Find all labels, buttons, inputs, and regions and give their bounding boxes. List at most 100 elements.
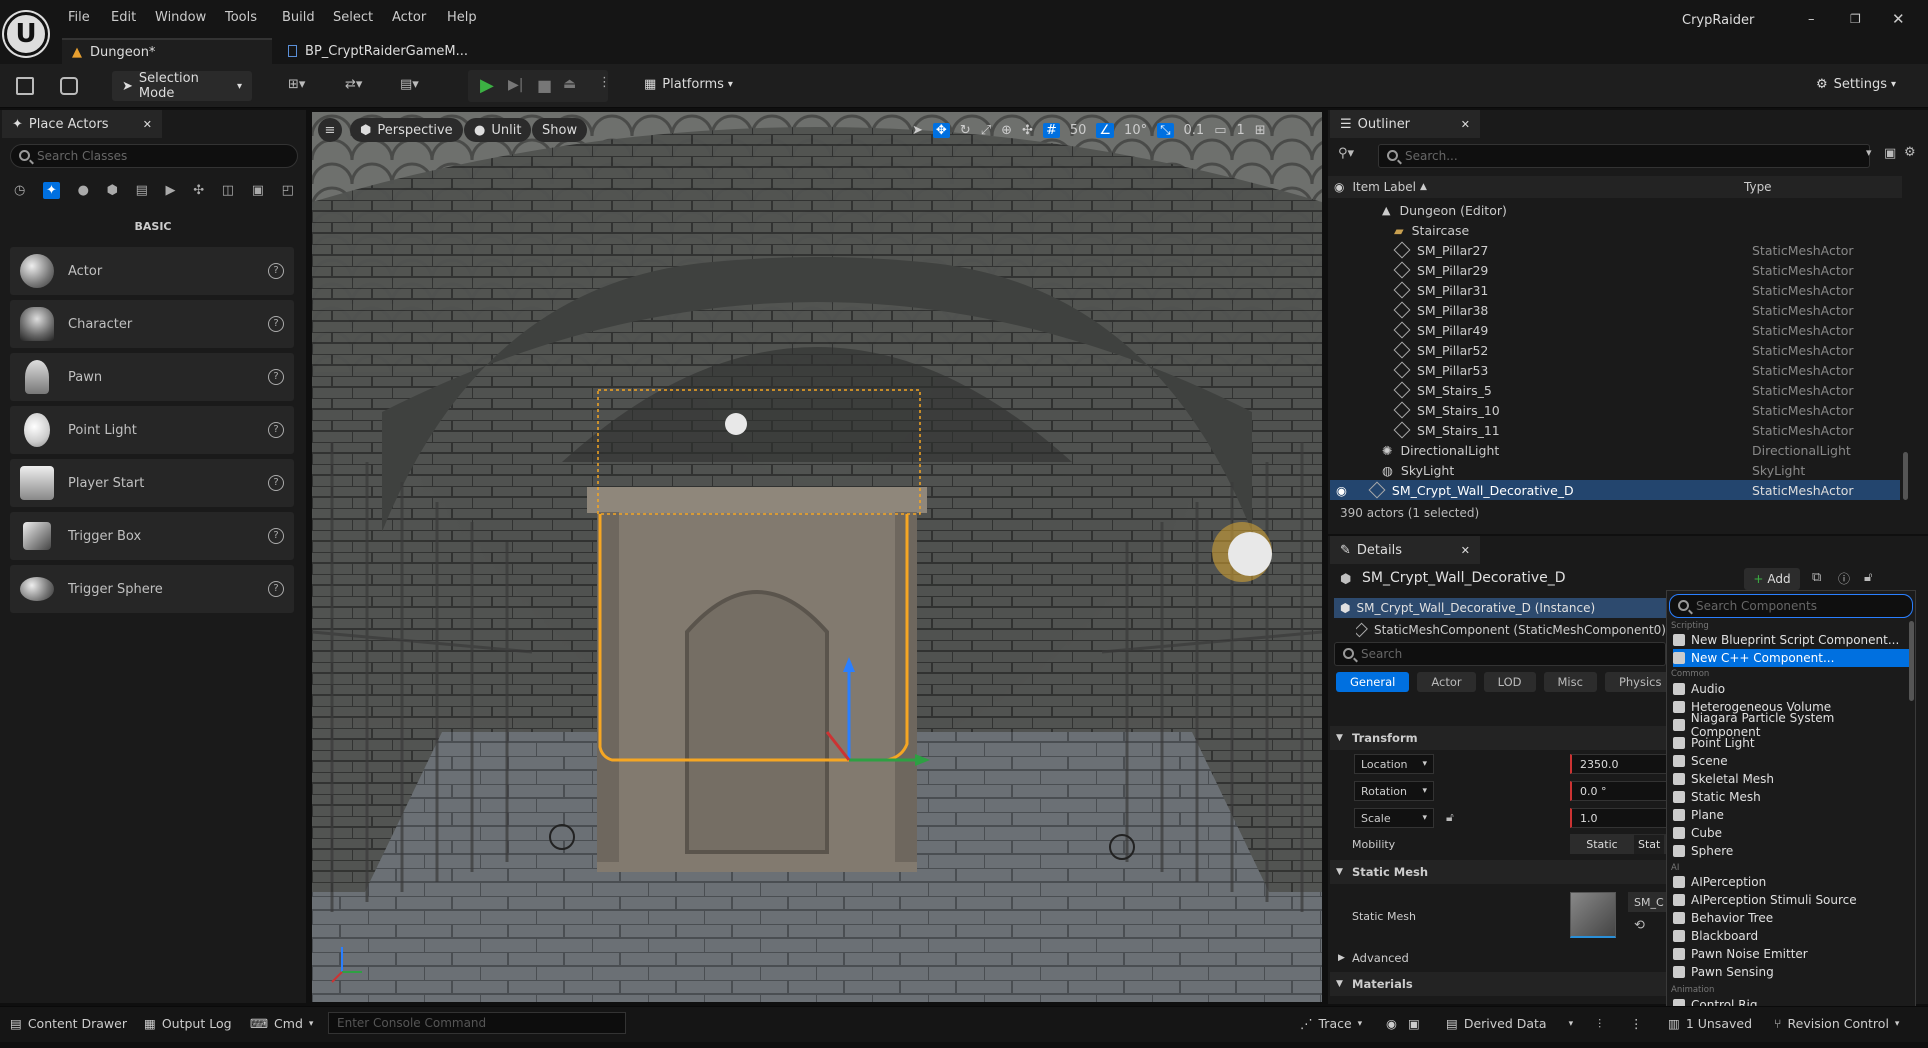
help-icon[interactable]: ? (268, 422, 284, 438)
dd-ai-item[interactable]: Behavior Tree (1673, 909, 1903, 927)
close-window-icon[interactable]: ✕ (1892, 10, 1905, 28)
reset-icon[interactable]: ⟲ (1634, 918, 1645, 933)
visibility-icon[interactable]: ◉ (1336, 483, 1347, 498)
component-instance-row[interactable]: ⬢ SM_Crypt_Wall_Decorative_D (Instance) (1334, 598, 1666, 618)
more-options-icon[interactable]: ⋮ (1630, 1016, 1643, 1031)
dd-ai-item[interactable]: Blackboard (1673, 927, 1903, 945)
rotation-snap-icon[interactable]: ∠ (1096, 122, 1115, 138)
cinematic-icon[interactable]: ▤ (136, 183, 148, 198)
add-folder-icon[interactable]: ▣ (1884, 146, 1896, 161)
add-actor-icon[interactable]: ⊞▾ (288, 77, 305, 92)
dd-common-item[interactable]: Cube (1673, 824, 1903, 842)
dd-common-item[interactable]: Skeletal Mesh (1673, 770, 1903, 788)
viewport-menu-icon[interactable]: ≡ (318, 118, 342, 142)
actor-item-pawn[interactable]: Pawn ? (10, 353, 294, 401)
geometry-icon[interactable]: ✣ (193, 183, 204, 198)
gear-icon[interactable]: ⚙ (1904, 145, 1916, 160)
rotation-dropdown[interactable]: Rotation ▾ (1354, 781, 1434, 801)
static-mesh-thumbnail[interactable] (1570, 892, 1616, 938)
unreal-logo-icon[interactable]: U (4, 12, 48, 56)
help-icon[interactable]: ⓘ (1838, 570, 1850, 587)
component-static-mesh-row[interactable]: StaticMeshComponent (StaticMeshComponent… (1356, 620, 1666, 640)
rotate-icon[interactable]: ↻ (960, 123, 971, 138)
outliner-row[interactable]: SM_Pillar29 StaticMeshActor (1330, 260, 1900, 280)
tab-blueprint[interactable]: BP_CryptRaiderGameM... (278, 38, 478, 64)
scale-dropdown[interactable]: Scale ▾ (1354, 808, 1434, 828)
close-icon[interactable]: ✕ (1461, 118, 1470, 131)
blueprint-icon[interactable]: ⧉ (1812, 570, 1821, 585)
filter-icon[interactable]: ⚲▾ (1338, 146, 1354, 161)
dd-common-item[interactable]: Sphere (1673, 842, 1903, 860)
revision-control-button[interactable]: ⑂ Revision Control ▾ (1774, 1016, 1899, 1031)
help-icon[interactable]: ? (268, 581, 284, 597)
dd-common-item[interactable]: Plane (1673, 806, 1903, 824)
details-search-input[interactable]: Search (1334, 642, 1666, 666)
actor-item-point-light[interactable]: Point Light ? (10, 406, 294, 454)
dd-ai-item[interactable]: AIPerception (1673, 873, 1903, 891)
derived-data-button[interactable]: ▤ Derived Data ▾ (1446, 1016, 1573, 1031)
cmd-button[interactable]: ⌨ Cmd ▾ (250, 1016, 313, 1031)
dd-ai-item[interactable]: Pawn Sensing (1673, 963, 1903, 981)
section-transform[interactable]: ▼ Transform (1330, 726, 1670, 750)
scale-snap-icon[interactable]: ⤡ (1157, 122, 1174, 138)
chip-actor[interactable]: Actor (1417, 672, 1476, 692)
surface-snap-icon[interactable]: ✣ (1022, 123, 1033, 138)
select-mode-icon[interactable]: ➤ (912, 123, 923, 138)
dropdown-scrollbar[interactable] (1909, 621, 1914, 701)
step-icon[interactable]: ▶| (508, 77, 523, 93)
basic-icon[interactable]: ✦ (43, 182, 60, 199)
dd-common-item[interactable]: Static Mesh (1673, 788, 1903, 806)
content-drawer-button[interactable]: ▤ Content Drawer (10, 1016, 127, 1031)
search-classes-input[interactable]: Search Classes (10, 144, 298, 168)
menu-build[interactable]: Build (282, 10, 315, 25)
translate-icon[interactable]: ✥ (932, 122, 950, 138)
add-component-button[interactable]: + Add (1744, 568, 1800, 590)
world-space-icon[interactable]: ⊕ (1001, 123, 1012, 138)
content-browser-icon[interactable] (60, 77, 78, 95)
volumes-icon[interactable]: ◫ (222, 183, 234, 198)
outliner-row[interactable]: SM_Pillar53 StaticMeshActor (1330, 360, 1900, 380)
screenshot-icon[interactable]: ▣ (1408, 1016, 1420, 1031)
restore-icon[interactable]: ❐ (1850, 12, 1861, 26)
selection-mode-button[interactable]: ➤ Selection Mode ▾ (112, 71, 252, 101)
save-icon[interactable] (16, 77, 34, 95)
mobility-toggle[interactable]: Static Stat (1570, 834, 1668, 854)
grid-snap-icon[interactable]: # (1042, 122, 1060, 138)
menu-help[interactable]: Help (447, 10, 477, 25)
blueprint-menu-icon[interactable]: ⇄▾ (345, 77, 362, 92)
layout-icon[interactable]: ⊞ (1255, 123, 1266, 138)
all-classes-icon[interactable]: ▣ (252, 183, 264, 198)
outliner-row[interactable]: SM_Pillar31 StaticMeshActor (1330, 280, 1900, 300)
recent-icon[interactable]: ◷ (14, 183, 25, 198)
tab-place-actors[interactable]: ✦ Place Actors ✕ (2, 110, 162, 138)
location-dropdown[interactable]: Location ▾ (1354, 754, 1434, 774)
lights-icon[interactable]: ● (78, 183, 89, 198)
close-icon[interactable]: ✕ (1461, 544, 1470, 557)
actor-item-character[interactable]: Character ? (10, 300, 294, 348)
actor-item-actor[interactable]: Actor ? (10, 247, 294, 295)
actor-item-player-start[interactable]: Player Start ? (10, 459, 294, 507)
help-icon[interactable]: ? (268, 475, 284, 491)
scale-snap-value[interactable]: 0.1 (1184, 123, 1205, 138)
platforms-button[interactable]: ▦ Platforms ▾ (644, 77, 733, 92)
help-icon[interactable]: ? (268, 528, 284, 544)
outliner-search-input[interactable]: Search... (1378, 144, 1870, 168)
dd-common-item[interactable]: Audio (1673, 680, 1903, 698)
chip-misc[interactable]: Misc (1543, 672, 1597, 692)
outliner-row-skylight[interactable]: ◍ SkyLight SkyLight (1330, 460, 1900, 480)
view-mode-button[interactable]: ● Unlit (464, 118, 532, 142)
tab-outliner[interactable]: ☰ Outliner ✕ (1330, 110, 1480, 138)
search-components-input[interactable]: Search Components (1669, 594, 1913, 618)
menu-actor[interactable]: Actor (392, 10, 426, 25)
dd-common-item[interactable]: Point Light (1673, 734, 1903, 752)
outliner-row[interactable]: SM_Pillar27 StaticMeshActor (1330, 240, 1900, 260)
lock-icon[interactable]: 🔓︎ (1864, 570, 1872, 585)
actor-item-trigger-sphere[interactable]: Trigger Sphere ? (10, 565, 294, 613)
visual-effects-icon[interactable]: ▶ (166, 183, 176, 198)
menu-file[interactable]: File (68, 10, 90, 25)
actor-item-trigger-box[interactable]: Trigger Box ? (10, 512, 294, 560)
rotation-snap-value[interactable]: 10° (1124, 123, 1147, 138)
camera-speed-icon[interactable]: ▭ (1214, 123, 1226, 138)
menu-window[interactable]: Window (155, 10, 206, 25)
outliner-row-folder[interactable]: ▰ Staircase (1330, 220, 1900, 240)
